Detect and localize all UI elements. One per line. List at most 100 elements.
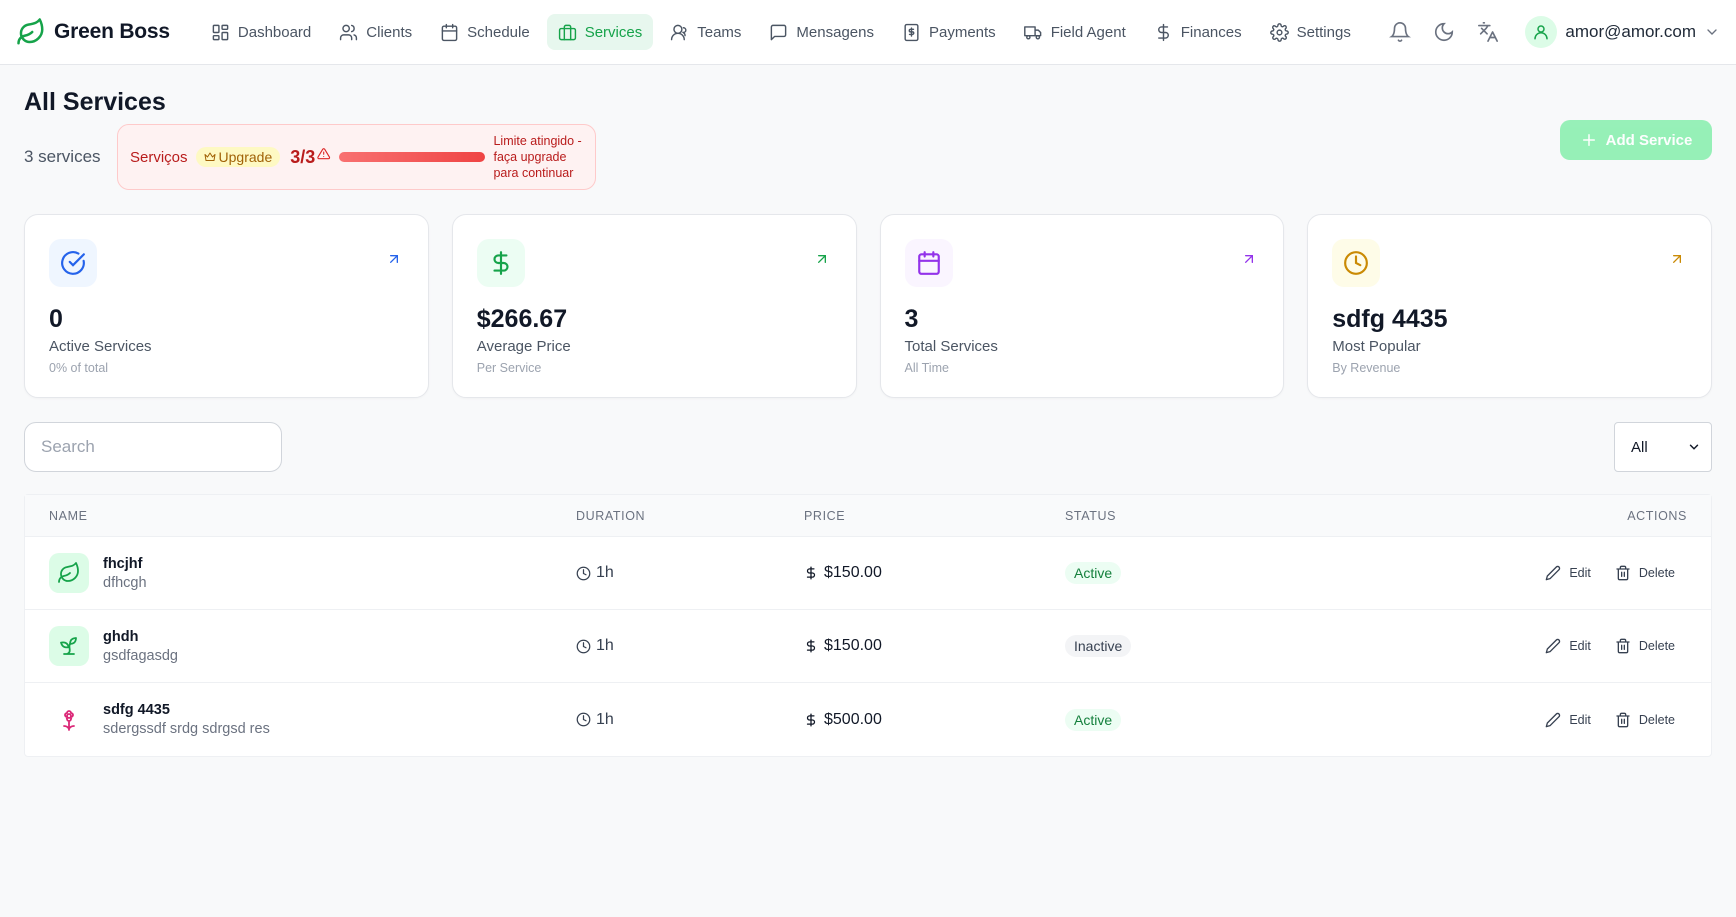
calendar-icon: [904, 239, 953, 287]
service-name: sdfg 4435: [103, 702, 170, 718]
nav-label: Teams: [697, 23, 742, 41]
service-description: dfhcgh: [103, 574, 147, 591]
user-menu[interactable]: amor@amor.com: [1525, 16, 1720, 48]
status-filter-select[interactable]: All: [1614, 422, 1712, 472]
card-sub: 0% of total: [49, 361, 109, 375]
limit-message: Limite atingido - faça upgrade para cont…: [493, 134, 582, 180]
nav-item-services[interactable]: Services: [546, 14, 654, 50]
briefcase-icon: [558, 23, 577, 42]
services-count: 3 services: [24, 147, 101, 166]
stat-card-total-services: 3 Total Services All Time: [879, 214, 1285, 398]
nav-label: Payments: [928, 23, 996, 41]
moon-icon[interactable]: [1433, 21, 1455, 43]
translate-icon[interactable]: [1477, 21, 1499, 43]
avatar: [1525, 16, 1558, 48]
card-label: Total Services: [904, 338, 998, 355]
clock-icon: [1332, 239, 1381, 287]
nav-item-field-agent[interactable]: Field Agent: [1013, 14, 1137, 50]
add-service-button[interactable]: Add Service: [1560, 120, 1712, 160]
card-label: Active Services: [49, 338, 152, 355]
brand[interactable]: Green Boss: [16, 17, 170, 47]
nav-item-mensagens[interactable]: Mensagens: [758, 14, 885, 50]
column-header-price[interactable]: PRICE: [804, 509, 1065, 523]
brand-name: Green Boss: [54, 20, 170, 43]
edit-button[interactable]: Edit: [1545, 638, 1591, 654]
sprout-icon: [49, 626, 89, 666]
nav-label: Settings: [1296, 23, 1351, 41]
edit-button[interactable]: Edit: [1545, 712, 1591, 728]
nav-item-clients[interactable]: Clients: [328, 14, 423, 50]
status-badge: Inactive: [1065, 635, 1132, 657]
nav-item-finances[interactable]: Finances: [1143, 14, 1253, 50]
dollar-icon: [476, 239, 525, 287]
card-sub: Per Service: [476, 361, 542, 375]
limit-count: 3/3: [290, 146, 316, 167]
check-circle-icon: [49, 239, 97, 287]
nav-item-teams[interactable]: Teams: [659, 14, 752, 50]
bell-icon[interactable]: [1389, 21, 1412, 43]
delete-button[interactable]: Delete: [1615, 638, 1675, 654]
arrow-up-right-icon[interactable]: [814, 251, 830, 267]
message-icon: [769, 23, 788, 42]
crown-icon: [204, 151, 216, 163]
services-table: NAME DURATION PRICE STATUS ACTIONS fhcjh…: [24, 494, 1712, 757]
team-icon: [670, 23, 689, 42]
clock-icon: [576, 712, 591, 727]
card-value: 0: [49, 305, 63, 333]
nav-item-payments[interactable]: Payments: [891, 14, 1007, 50]
dashboard-icon: [211, 23, 230, 42]
upgrade-badge[interactable]: Upgrade: [195, 147, 281, 167]
nav-item-schedule[interactable]: Schedule: [429, 14, 541, 50]
edit-button[interactable]: Edit: [1545, 565, 1591, 581]
filter-selected-value: All: [1631, 438, 1648, 456]
dollar-icon: [804, 565, 818, 581]
card-sub: By Revenue: [1332, 361, 1401, 375]
top-nav: Green Boss Dashboard Clients Schedule Se…: [0, 0, 1736, 65]
service-name: ghdh: [103, 628, 139, 645]
calendar-icon: [440, 23, 459, 42]
leaf-icon: [16, 17, 46, 47]
clock-icon: [576, 639, 591, 654]
delete-button[interactable]: Delete: [1615, 565, 1675, 581]
nav-item-dashboard[interactable]: Dashboard: [200, 14, 322, 50]
flower-icon: [49, 699, 89, 740]
service-description: gsdfagasdg: [103, 647, 178, 664]
card-label: Most Popular: [1332, 338, 1421, 355]
search-input[interactable]: [24, 422, 282, 472]
pencil-icon: [1545, 638, 1561, 654]
status-badge: Active: [1065, 562, 1122, 584]
limit-label: Serviços: [130, 148, 188, 166]
dollar-icon: [804, 638, 818, 654]
service-price: $500.00: [824, 710, 882, 728]
nav-label: Finances: [1180, 23, 1242, 41]
leaf-icon: [49, 553, 89, 593]
column-header-status[interactable]: STATUS: [1065, 509, 1365, 523]
nav-label: Field Agent: [1050, 23, 1126, 41]
trash-icon: [1615, 565, 1631, 581]
nav-label: Clients: [366, 23, 413, 41]
nav-label: Mensagens: [796, 23, 874, 41]
stat-card-most-popular: sdfg 4435 Most Popular By Revenue: [1307, 214, 1712, 398]
table-row: sdfg 4435 sdergssdf srdg sdrgsd res 1h $…: [25, 683, 1711, 756]
clock-icon: [576, 566, 591, 581]
service-duration: 1h: [596, 637, 614, 654]
pencil-icon: [1545, 712, 1561, 728]
service-duration: 1h: [596, 710, 614, 728]
dollar-icon: [804, 712, 818, 728]
arrow-up-right-icon[interactable]: [386, 251, 402, 267]
card-value: $266.67: [476, 305, 568, 333]
page-title: All Services: [24, 88, 166, 116]
nav-item-settings[interactable]: Settings: [1259, 14, 1362, 50]
service-duration: 1h: [596, 564, 614, 581]
plus-icon: [1580, 131, 1598, 149]
pencil-icon: [1545, 565, 1561, 581]
arrow-up-right-icon[interactable]: [1241, 251, 1257, 267]
arrow-up-right-icon[interactable]: [1669, 251, 1685, 267]
table-row: fhcjhf dfhcgh 1h $150.00 Active Edit Del…: [25, 537, 1711, 610]
column-header-duration[interactable]: DURATION: [576, 509, 804, 523]
service-name: fhcjhf: [103, 555, 143, 572]
nav-label: Services: [584, 23, 643, 41]
delete-button[interactable]: Delete: [1615, 712, 1675, 728]
column-header-name[interactable]: NAME: [25, 509, 576, 523]
warning-icon: [317, 147, 331, 162]
